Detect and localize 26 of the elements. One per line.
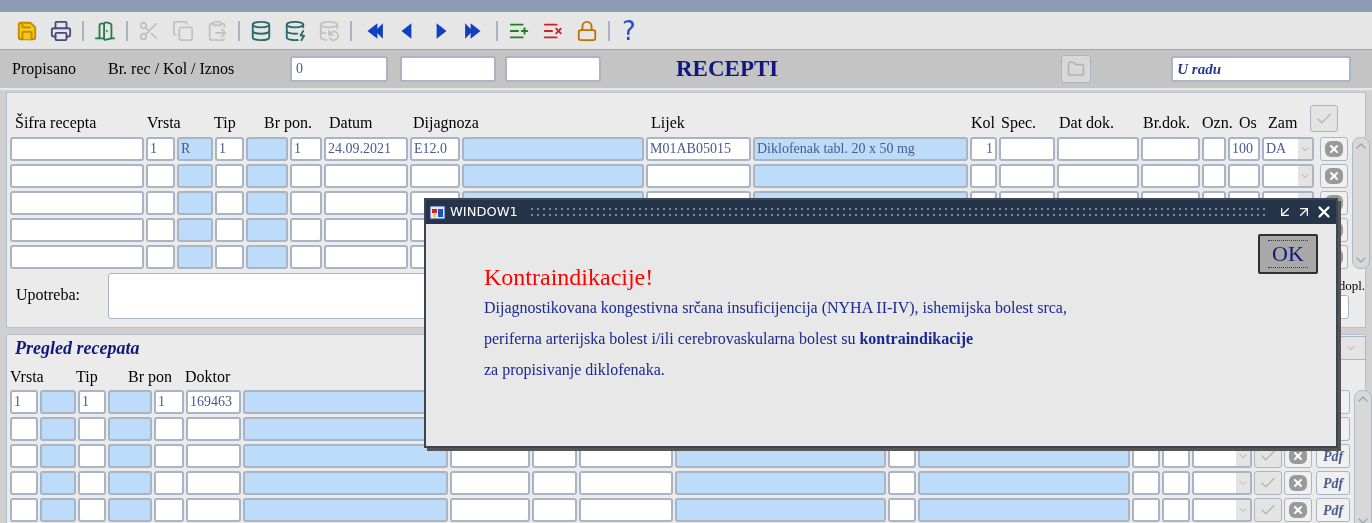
column-header: Vrsta bbox=[147, 113, 182, 133]
column-header: Dijagnoza bbox=[413, 113, 480, 134]
column-header: Br pon. bbox=[264, 113, 313, 134]
column-header: Datum bbox=[329, 113, 374, 133]
warning-heading: Kontraindikacije! bbox=[484, 263, 655, 292]
form-title: RECEPTI bbox=[676, 54, 779, 83]
column-header: Doktor bbox=[185, 367, 232, 387]
column-header: Tip bbox=[214, 113, 237, 134]
column-header: Vrsta bbox=[10, 367, 45, 387]
warning-message: Dijagnostikovana kongestivna srčana insuficijencija (NYHA II-IV), ishemijska bolest srca, periferna arterijska bolest i/ili cerebrovaskularna bolest su kontraindikacije za propisivanje diklofenaka. bbox=[484, 298, 1068, 381]
column-header: Šifra recepta bbox=[15, 113, 98, 134]
column-header: Br.dok. bbox=[1143, 113, 1192, 133]
column-header: Kol bbox=[971, 113, 996, 133]
column-header: Br pon bbox=[128, 367, 173, 388]
column-header: Tip bbox=[76, 367, 99, 388]
column-header: Lijek bbox=[651, 113, 686, 134]
count-label: Br. rec / Kol / Iznos bbox=[108, 59, 236, 79]
column-header: Ozn. bbox=[1202, 113, 1234, 133]
section-title: Pregled recepata bbox=[14, 336, 140, 360]
column-header: Os bbox=[1239, 113, 1258, 133]
propisano-label: Propisano bbox=[12, 59, 77, 80]
column-header: Zam bbox=[1268, 113, 1299, 133]
column-header: Dat dok. bbox=[1059, 113, 1116, 133]
column-header: Spec. bbox=[1001, 113, 1038, 134]
usage-label: Upotreba: bbox=[16, 285, 81, 306]
dialog-title: WINDOW1 bbox=[450, 203, 518, 222]
